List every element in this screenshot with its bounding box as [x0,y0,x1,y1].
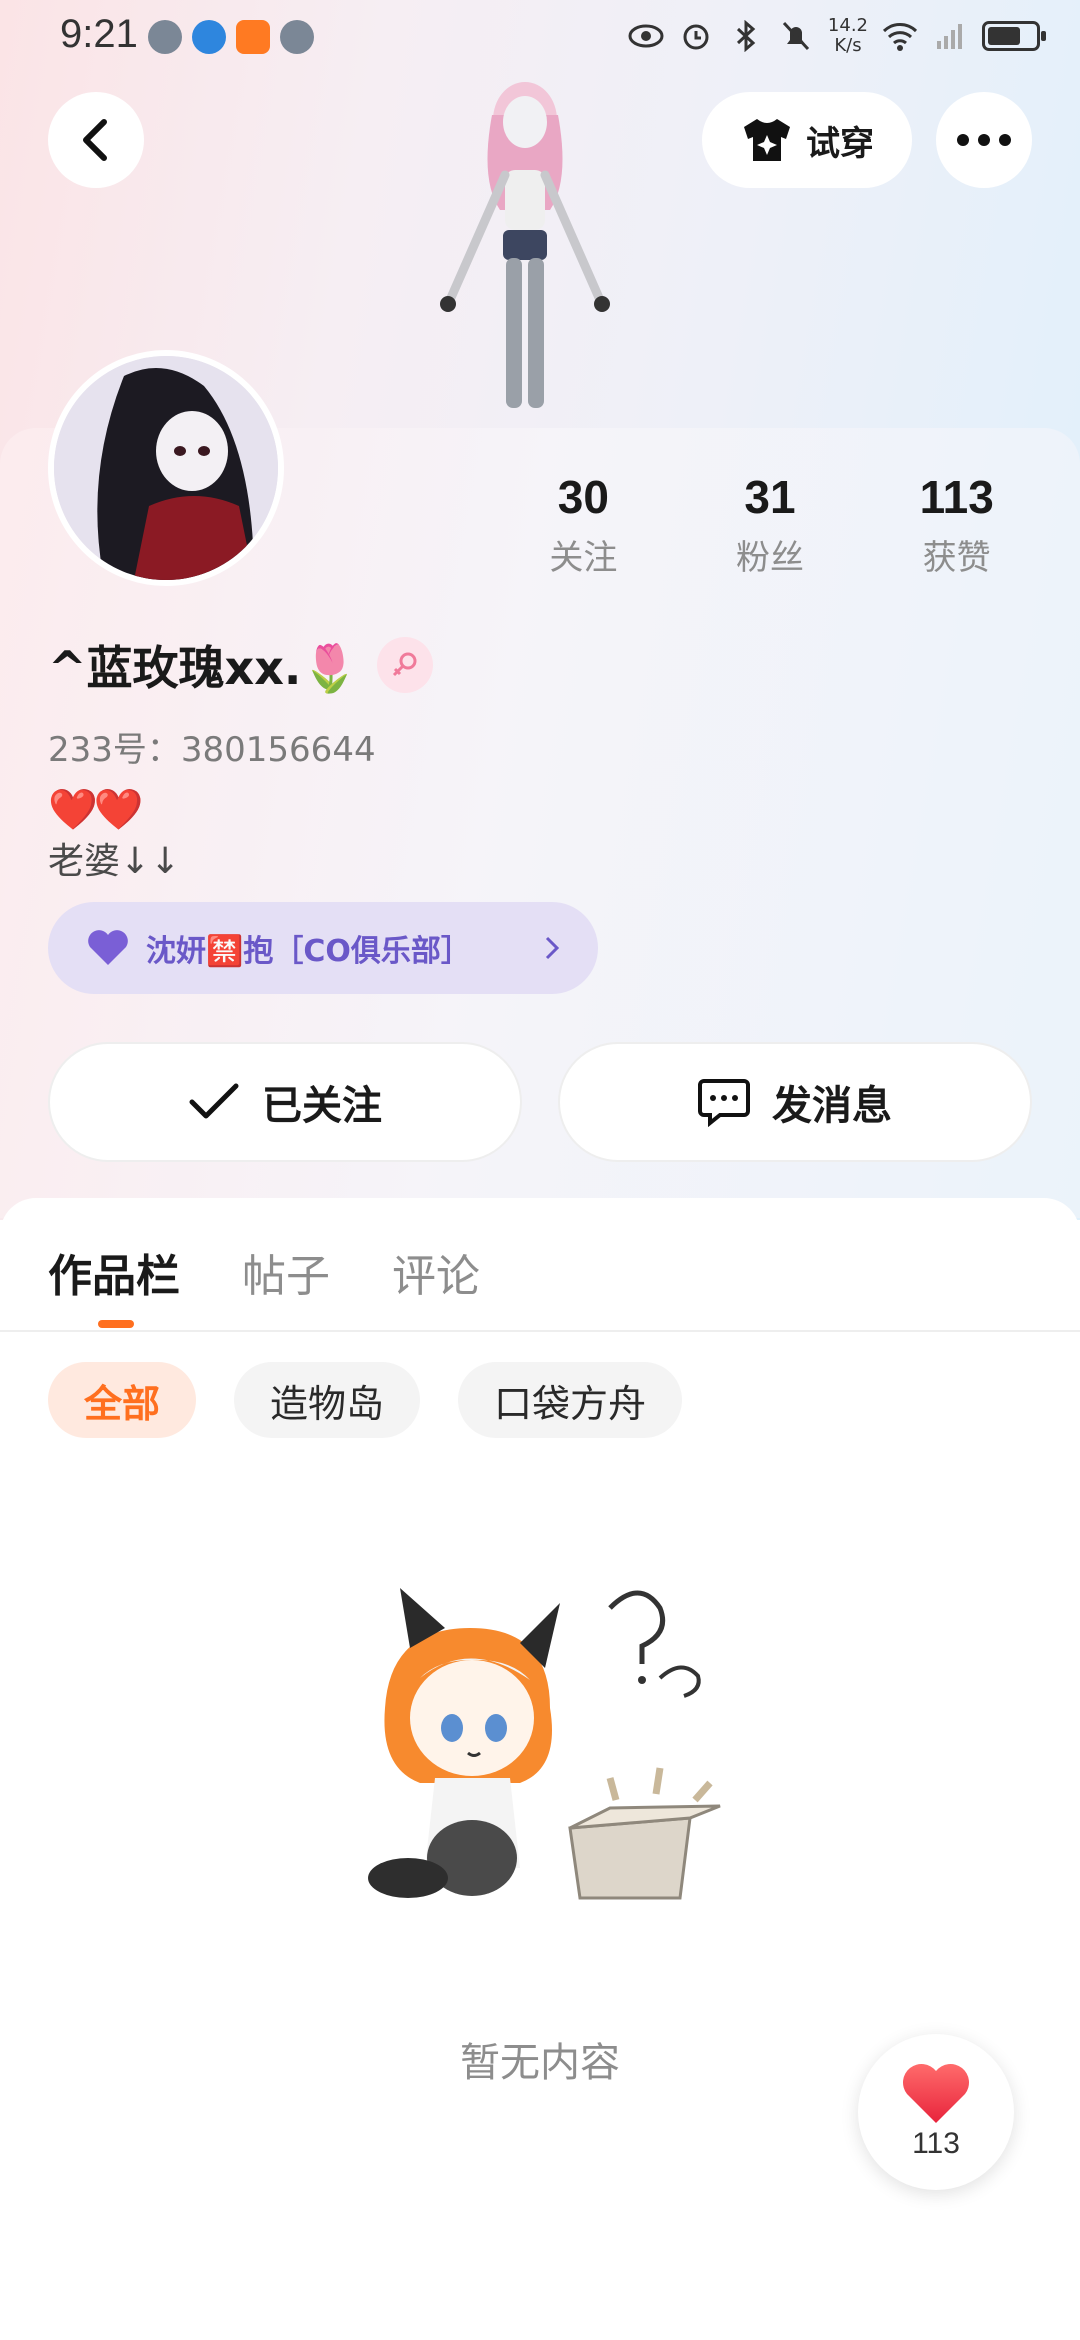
chip-creation-island[interactable]: 造物岛 [234,1362,421,1438]
filter-chips: 全部 造物岛 口袋方舟 [48,1362,683,1438]
chip-pocket-ark[interactable]: 口袋方舟 [458,1362,683,1438]
status-bar: 9:21 14.2 K/s [0,0,1080,80]
club-label: 沈妍🈲抱［CO俱乐部］ [146,934,471,969]
network-speed-unit: K/s [834,35,862,56]
active-tab-indicator [98,1320,134,1328]
stat-value: 113 [919,471,994,523]
stat-label: 粉丝 [736,538,804,578]
tab-works[interactable]: 作品栏 [48,1240,180,1304]
shirt-icon [744,119,790,161]
character-figure-image[interactable] [420,70,630,430]
divider [0,1330,1080,1332]
app-notification-icon [236,20,270,54]
stat-following[interactable]: 30 关注 [490,470,677,579]
empty-state-illustration [360,1568,760,1968]
message-label: 发消息 [772,1083,892,1129]
bio-text: 老婆↓↓ [48,841,181,882]
chevron-right-icon [545,936,560,960]
user-id: 233号：380156644 [48,730,376,770]
profile-page: 9:21 14.2 K/s 试穿 30 关注 31 粉丝 113 获赞 ^蓝玫瑰… [0,0,1080,2340]
like-button[interactable]: 113 [858,2034,1014,2190]
network-speed-value: 14.2 [827,15,868,36]
like-count: 113 [912,2127,960,2160]
check-icon [189,1083,239,1119]
bluetooth-icon [728,18,764,54]
heart-icon [902,2063,970,2123]
tab-posts[interactable]: 帖子 [242,1240,330,1304]
stat-value: 30 [557,471,609,523]
chevron-left-icon [83,119,107,161]
female-gender-icon [376,637,433,693]
back-button[interactable] [48,92,144,188]
follow-button[interactable]: 已关注 [48,1042,522,1162]
chip-all[interactable]: 全部 [48,1362,197,1438]
nickname-row: ^蓝玫瑰xx.🌷 [48,632,433,698]
tab-bar: 作品栏 帖子 评论 [48,1240,480,1304]
try-on-button[interactable]: 试穿 [702,92,912,188]
status-time: 9:21 [60,12,138,56]
bio-hearts: ❤️❤️ [48,787,144,833]
try-on-label: 试穿 [806,123,874,164]
avatar[interactable] [48,350,284,586]
nickname: ^蓝玫瑰xx.🌷 [48,641,359,695]
app-notification-icon [148,20,182,54]
stats-row: 30 关注 31 粉丝 113 获赞 [490,470,1050,579]
more-icon [957,134,1011,146]
stat-label: 获赞 [922,538,991,578]
wifi-icon [882,18,918,54]
more-options-button[interactable] [936,92,1032,188]
stat-value: 31 [744,471,796,523]
battery-icon [982,21,1046,51]
message-button[interactable]: 发消息 [558,1042,1032,1162]
stat-followers[interactable]: 31 粉丝 [677,470,864,579]
signal-icon [932,18,968,54]
app-notification-icon [280,20,314,54]
app-notification-icon [192,20,226,54]
follow-label: 已关注 [262,1083,382,1129]
chat-icon [698,1079,750,1127]
notification-icons [148,20,314,54]
eye-icon [628,18,664,54]
system-status-icons: 14.2 K/s [628,16,1046,56]
stat-likes[interactable]: 113 获赞 [863,470,1050,579]
mute-bell-icon [778,18,814,54]
stat-label: 关注 [549,538,618,578]
battery-level [988,27,1021,45]
heart-icon [88,930,128,965]
network-speed: 14.2 K/s [828,16,868,56]
club-badge[interactable]: 沈妍🈲抱［CO俱乐部］ [48,902,598,994]
tab-comments[interactable]: 评论 [392,1240,480,1304]
alarm-icon [678,18,714,54]
